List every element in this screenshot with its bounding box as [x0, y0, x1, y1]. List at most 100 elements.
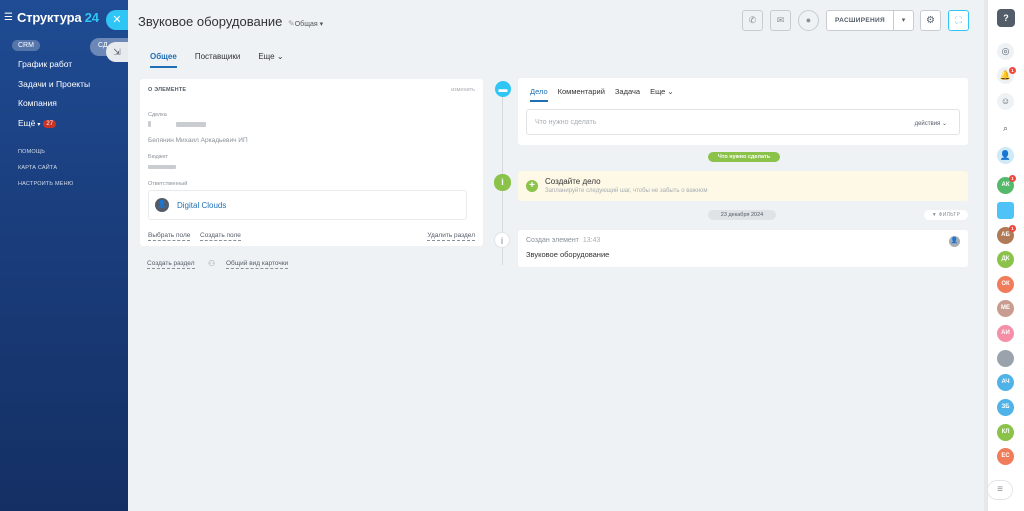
envelope-icon: ✉	[776, 15, 785, 25]
sidebar-item-tasks[interactable]: Задачи и Проекты	[18, 78, 90, 98]
budget-value-redacted	[148, 165, 176, 169]
todo-section-pill: Что нужно сделать	[708, 152, 780, 162]
section-heading: О ЭЛЕМЕНТЕ	[148, 87, 187, 93]
category-label: Общая	[294, 21, 318, 28]
messenger-button[interactable]: ☺	[997, 93, 1014, 110]
menu-icon: ≡	[997, 484, 1003, 495]
rail-avatar-chat[interactable]	[997, 202, 1014, 219]
rail-avatar[interactable]: ЕС	[997, 448, 1014, 465]
responsible-name[interactable]: Digital Clouds	[177, 201, 226, 210]
sidebar-link-help[interactable]: ПОМОЩЬ	[18, 149, 74, 165]
create-activity-title: Создайте дело	[545, 177, 601, 186]
rail-avatar-photo[interactable]	[997, 350, 1014, 367]
sidebar-item-more[interactable]: Ещё ▾ 27	[18, 117, 90, 137]
activity-tabs: Дело Комментарий Задача Еще ⌄	[530, 87, 684, 102]
expand-button[interactable]: ⛶	[948, 10, 969, 31]
tab-more[interactable]: Еще ⌄	[258, 52, 283, 68]
email-button[interactable]: ✉	[770, 10, 791, 31]
tab-activity-more[interactable]: Еще ⌄	[650, 87, 674, 102]
collapse-slider-button[interactable]: ⇲	[106, 42, 128, 62]
create-field-link[interactable]: Создать поле	[200, 232, 241, 241]
minimize-icon: ⇲	[113, 47, 121, 57]
rail-avatar[interactable]: МЕ	[997, 300, 1014, 317]
pencil-icon[interactable]: ✎	[288, 19, 295, 28]
help-button[interactable]: ?	[997, 9, 1015, 27]
delete-section-link[interactable]: Удалить раздел	[427, 232, 475, 241]
actions-dropdown[interactable]: действия ⌄	[915, 120, 947, 127]
sidebar-item-schedule[interactable]: График работ	[18, 58, 90, 78]
todo-placeholder: Что нужно сделать	[535, 119, 597, 126]
tab-comment[interactable]: Комментарий	[558, 87, 605, 102]
tab-activity-more-label: Еще	[650, 87, 666, 96]
sidebar-small-links: ПОМОЩЬ КАРТА САЙТА НАСТРОИТЬ МЕНЮ	[18, 149, 74, 197]
rail-menu-button[interactable]: ≡	[987, 480, 1013, 500]
about-element-card: О ЭЛЕМЕНТЕ изменить Сделка Белянин Михаи…	[140, 79, 483, 246]
right-rail: ? ◎ 🔔 1 ☺ ⌕ 👤 АК 1 АБ 1 ДК ОК МЕ АИ АЧ З…	[987, 0, 1024, 511]
todo-input[interactable]: Что нужно сделать действия ⌄	[526, 109, 960, 135]
date-separator: 23 декабря 2024	[708, 210, 776, 220]
sidebar-link-sitemap[interactable]: КАРТА САЙТА	[18, 165, 74, 181]
page-title-text: Звуковое оборудование	[138, 14, 283, 29]
main-panel: Звуковое оборудование ✎Общая ▾ ✆ ✉ ● РАС…	[128, 0, 984, 511]
close-slider-button[interactable]: ✕	[106, 10, 128, 30]
deal-value[interactable]: Белянин Михаил Аркадьевич ИП	[148, 137, 248, 144]
tab-deal[interactable]: Дело	[530, 87, 548, 102]
event-title: Создан элемент 13:43	[526, 237, 600, 244]
avatar-badge: 1	[1009, 225, 1016, 232]
settings-button[interactable]: ⚙	[920, 10, 941, 31]
search-button[interactable]: ⌕	[997, 120, 1014, 137]
tab-suppliers[interactable]: Поставщики	[195, 52, 241, 68]
avatar-badge: 1	[1009, 175, 1016, 182]
sidebar-item-more-label: Ещё	[18, 117, 36, 128]
author-avatar-icon[interactable]: 👤	[949, 236, 960, 247]
copilot-button[interactable]: ◎	[997, 43, 1014, 60]
chevron-down-icon: ⌄	[276, 52, 284, 61]
chat-button[interactable]: ●	[798, 10, 819, 31]
brand-text: Структура	[16, 10, 85, 25]
rail-avatar[interactable]: КЛ	[997, 424, 1014, 441]
filter-label: ФИЛЬТР	[938, 212, 961, 218]
chat-bubble-icon: ▬	[495, 81, 511, 97]
create-activity-card[interactable]: + Создайте дело Запланируйте следующий ш…	[518, 171, 968, 201]
user-avatar-icon[interactable]: 👤	[997, 147, 1014, 164]
more-badge: 27	[43, 119, 57, 128]
phone-icon: ✆	[748, 15, 757, 25]
actions-label: действия	[914, 121, 941, 127]
sidebar-link-configure[interactable]: НАСТРОИТЬ МЕНЮ	[18, 181, 74, 197]
responsible-field[interactable]: 👤 Digital Clouds	[148, 190, 467, 220]
category-select[interactable]: Общая ▾	[295, 21, 323, 28]
rail-avatar[interactable]: ДК	[997, 251, 1014, 268]
edit-section-link[interactable]: изменить	[451, 87, 475, 93]
select-field-link[interactable]: Выбрать поле	[148, 232, 191, 241]
rail-avatar[interactable]: ЗБ	[997, 399, 1014, 416]
menu-icon[interactable]: ☰	[4, 12, 13, 23]
responsible-label: Ответственный	[148, 181, 188, 187]
chat-icon: ●	[805, 15, 812, 25]
brand-logo[interactable]: Структура 24	[17, 10, 99, 25]
chevron-down-icon[interactable]: ▾	[893, 11, 913, 30]
user-avatar-icon: 👤	[155, 198, 169, 212]
info-icon: i	[494, 174, 511, 191]
filter-icon: ▼	[931, 212, 937, 218]
tab-task[interactable]: Задача	[615, 87, 640, 102]
crm-tag[interactable]: CRM	[12, 40, 40, 51]
chevron-down-icon: ⌄	[667, 87, 674, 96]
plus-icon[interactable]: +	[526, 180, 538, 192]
chevron-down-icon: ▾	[319, 21, 324, 28]
tab-general[interactable]: Общее	[150, 52, 177, 68]
rail-avatar[interactable]: АИ	[997, 325, 1014, 342]
left-sidebar: ☰ Структура 24 CRM График работ Задачи и…	[0, 0, 128, 511]
extensions-button[interactable]: РАСШИРЕНИЯ ▾	[826, 10, 914, 31]
timeline-event-card: Создан элемент 13:43 Звуковое оборудовани…	[518, 230, 968, 267]
filter-button[interactable]: ▼ ФИЛЬТР	[924, 210, 968, 220]
card-view-link[interactable]: Общий вид карточки	[226, 260, 289, 269]
rail-avatar[interactable]: ОК	[997, 276, 1014, 293]
brand-number: 24	[84, 10, 99, 25]
create-section-link[interactable]: Создать раздел	[147, 260, 195, 269]
rail-avatar[interactable]: АЧ	[997, 374, 1014, 391]
create-activity-subtitle: Запланируйте следующий шаг, чтобы не заб…	[545, 188, 708, 194]
event-time: 13:43	[582, 237, 601, 244]
phone-button[interactable]: ✆	[742, 10, 763, 31]
search-icon: ⌕	[1002, 123, 1009, 133]
sidebar-item-company[interactable]: Компания	[18, 97, 90, 117]
